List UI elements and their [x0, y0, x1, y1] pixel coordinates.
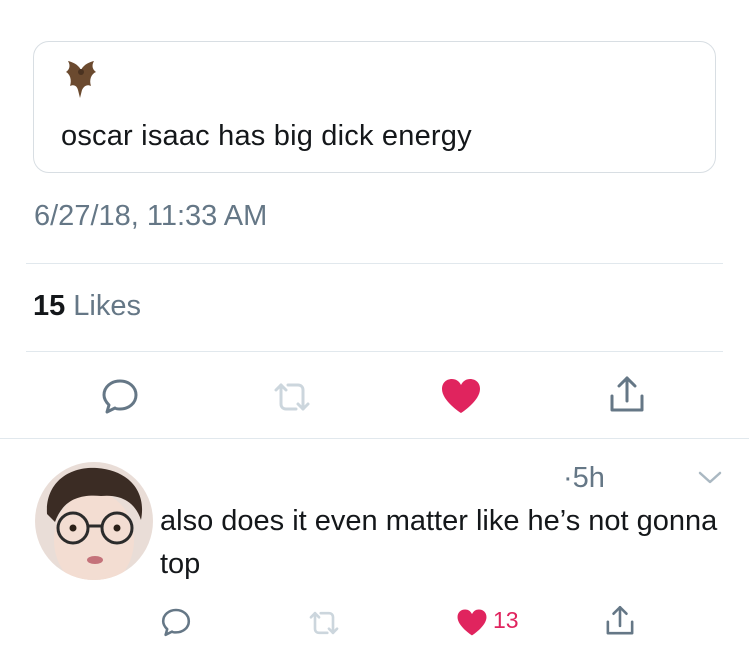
share-icon[interactable]: [606, 374, 648, 416]
quoted-tweet-text: oscar isaac has big dick energy: [61, 120, 472, 152]
divider: [26, 263, 723, 264]
tweet-timestamp[interactable]: 6/27/18, 11:33 AM: [34, 200, 267, 233]
reply-icon[interactable]: [160, 606, 192, 638]
reply-timestamp[interactable]: ·5h: [563, 462, 605, 495]
likes-count-row[interactable]: 15 Likes: [33, 290, 141, 323]
divider: [0, 438, 749, 439]
like-heart-icon[interactable]: [440, 377, 482, 415]
reply-icon[interactable]: [100, 376, 140, 416]
reply-like-count: 13: [493, 607, 519, 633]
retweet-icon: [274, 383, 310, 411]
like-heart-icon[interactable]: [456, 608, 488, 637]
avatar[interactable]: [35, 462, 153, 580]
bat-emoji-icon: [66, 61, 96, 98]
avatar-image: [35, 462, 153, 580]
share-icon[interactable]: [603, 604, 637, 638]
chevron-down-icon[interactable]: [697, 470, 723, 486]
retweet-icon: [309, 611, 339, 635]
divider: [26, 351, 723, 352]
reply-text: also does it even matter like he’s not g…: [160, 505, 718, 580]
quoted-tweet-card[interactable]: oscar isaac has big dick energy: [33, 41, 716, 173]
likes-count: 15: [33, 290, 66, 322]
likes-label: Likes: [73, 290, 141, 322]
